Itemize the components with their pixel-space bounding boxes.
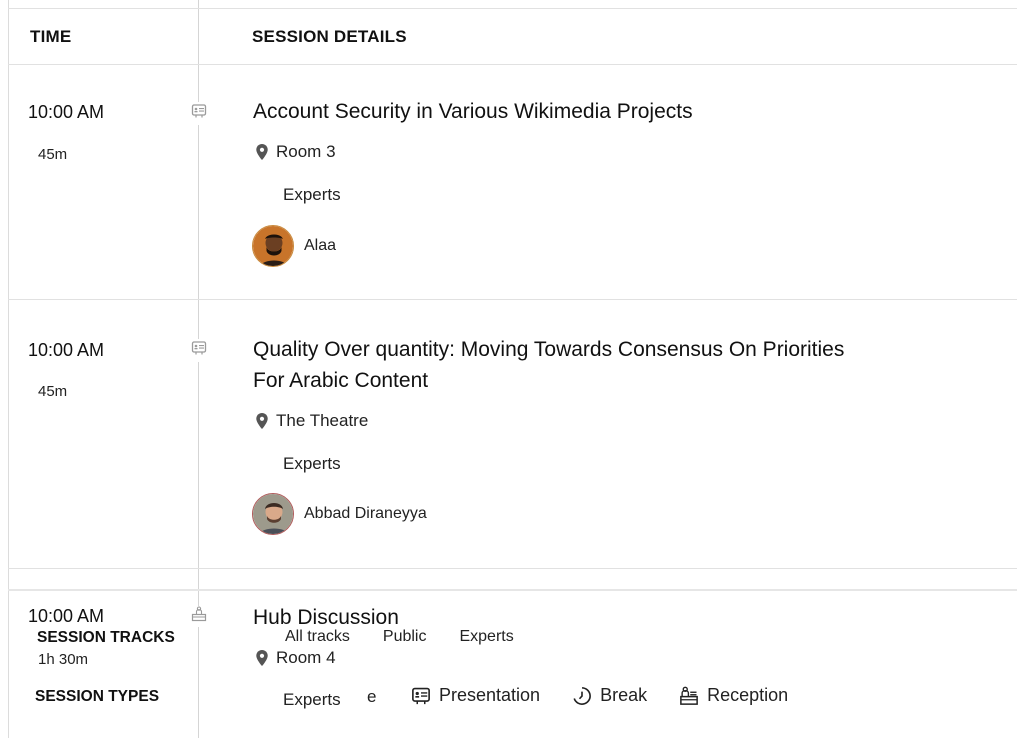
session-duration: 1h 30m (38, 651, 89, 668)
reception-icon (680, 686, 698, 705)
row-divider (8, 589, 1017, 591)
type-filter-label: Presentation (439, 685, 541, 705)
time-column-header: TIME (30, 27, 72, 46)
row-divider (8, 568, 1017, 569)
session-title[interactable]: Quality Over quantity: Moving Towards Co… (253, 334, 844, 396)
session-details-header: SESSION DETAILS (252, 27, 407, 46)
session-track: Experts (283, 454, 341, 473)
track-filter-experts[interactable]: Experts (459, 628, 513, 646)
location-pin-icon (256, 413, 268, 429)
type-filter-truncated[interactable]: e (367, 687, 376, 707)
type-filter-presentation[interactable]: Presentation (411, 685, 540, 706)
location-label: Room 4 (276, 648, 336, 667)
session-time: 10:00 AM (28, 102, 105, 122)
presentation-icon (191, 102, 207, 125)
speaker-name: Abbad Diraneyya (304, 505, 427, 522)
type-filter-label: Break (600, 685, 648, 705)
session-time: 10:00 AM (28, 340, 105, 360)
session-track: Experts (283, 185, 341, 204)
type-filter-label: Reception (707, 685, 789, 705)
session-tracks-label: SESSION TRACKS (35, 629, 177, 647)
location-label: Room 3 (276, 142, 336, 161)
track-filter-public[interactable]: Public (383, 628, 427, 646)
header-divider (8, 64, 1017, 65)
presentation-icon (412, 687, 430, 704)
track-filter-list: All tracks Public Experts (285, 628, 514, 646)
location-label: The Theatre (276, 411, 369, 430)
presentation-icon (191, 339, 207, 362)
session-types-label: SESSION TYPES (35, 688, 160, 705)
reception-icon (191, 606, 207, 627)
session-duration: 45m (38, 146, 68, 163)
avatar (252, 493, 294, 535)
top-border (8, 8, 1017, 9)
session-location: The Theatre (254, 411, 368, 431)
type-filter-reception[interactable]: Reception (679, 685, 788, 706)
track-filter-all[interactable]: All tracks (285, 628, 350, 646)
avatar (252, 225, 294, 267)
session-title[interactable]: Account Security in Various Wikimedia Pr… (253, 96, 693, 127)
session-duration: 45m (38, 383, 68, 400)
session-location: Room 3 (254, 142, 336, 162)
session-time: 10:00 AM (28, 606, 105, 626)
type-filter-list: Presentation Break Reception (411, 685, 788, 706)
location-pin-icon (256, 650, 268, 666)
left-border (8, 0, 9, 738)
clock-icon (573, 686, 591, 705)
row-divider (8, 299, 1017, 300)
session-title-line: For Arabic Content (253, 369, 429, 392)
session-title-line: Quality Over quantity: Moving Towards Co… (253, 338, 845, 361)
speaker-name: Alaa (304, 237, 337, 254)
location-pin-icon (256, 144, 268, 160)
session-location: Room 4 (254, 648, 336, 668)
type-filter-break[interactable]: Break (572, 685, 647, 706)
speaker[interactable]: Abbad Diraneyya (252, 493, 427, 535)
speaker[interactable]: Alaa (252, 225, 336, 267)
session-track: Experts (283, 690, 341, 709)
